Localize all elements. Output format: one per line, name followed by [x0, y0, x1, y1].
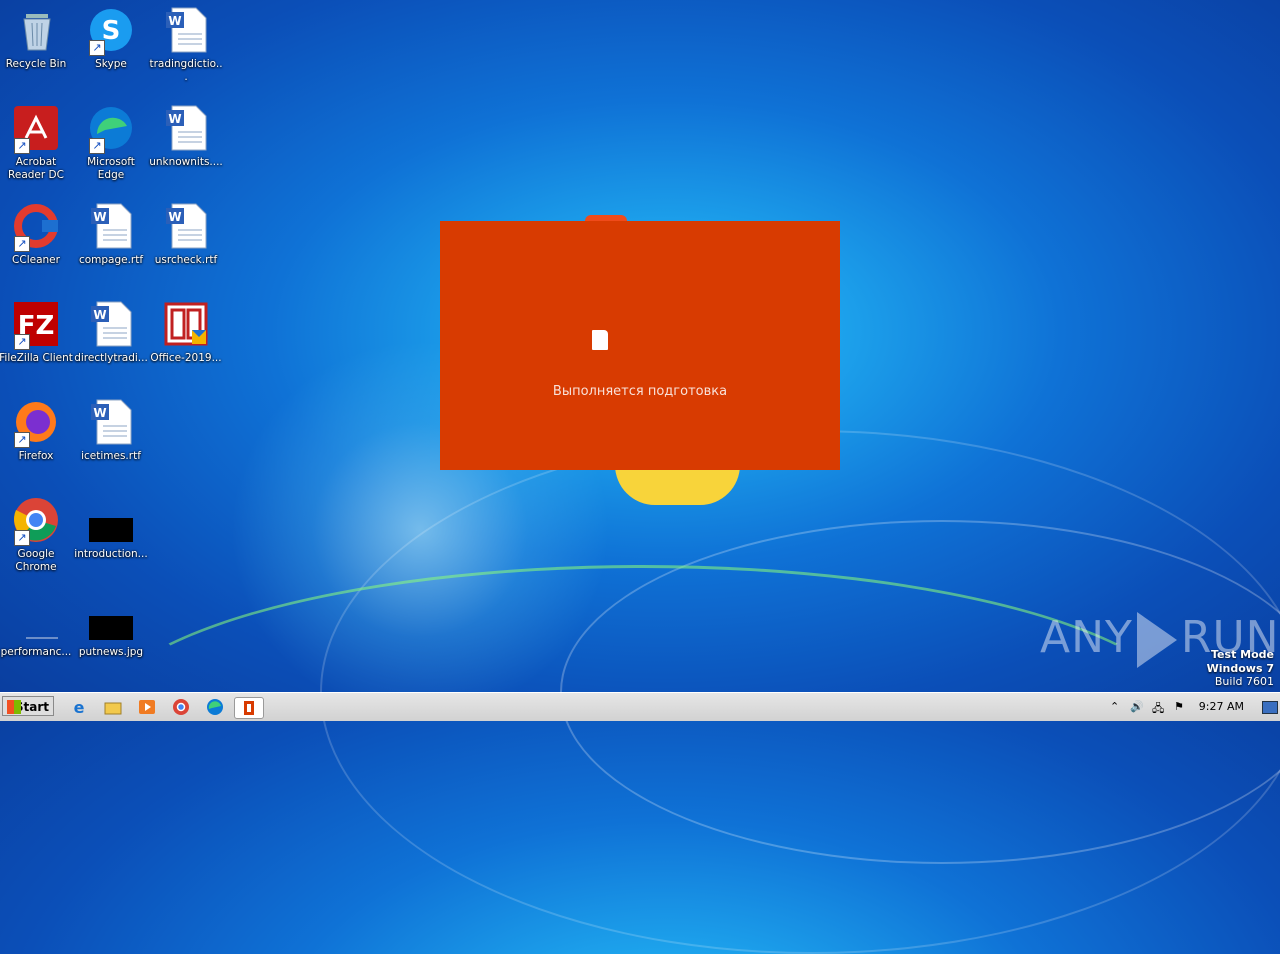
file-icon [12, 594, 60, 642]
edge-icon: ↗ [87, 104, 135, 154]
play-icon [1136, 612, 1177, 668]
icon-label: Office-2019... [150, 352, 222, 364]
word-document-icon: W [87, 202, 135, 250]
icon-label: performanc... [0, 646, 72, 658]
volume-icon[interactable]: 🔊 [1130, 700, 1144, 713]
test-mode-info: Test Mode Windows 7 Build 7601 [1207, 648, 1274, 689]
network-icon[interactable]: 🖧 [1152, 700, 1164, 719]
explorer-icon[interactable] [102, 697, 124, 717]
shortcut-arrow-icon: ↗ [14, 138, 30, 154]
svg-text:W: W [168, 14, 181, 28]
icon-label: Microsoft Edge [87, 156, 135, 181]
icon-label: Google Chrome [15, 548, 57, 573]
shortcut-arrow-icon: ↗ [14, 432, 30, 448]
word-document-icon: W [162, 104, 210, 152]
desktop-icon-performance[interactable]: performanc... [0, 594, 74, 659]
desktop-icon-introduction[interactable]: introduction... [73, 496, 149, 561]
recycle-bin-icon [12, 6, 60, 54]
office-taskbar-button[interactable] [234, 697, 264, 719]
icon-label: Skype [95, 58, 127, 70]
desktop-icon-edge[interactable]: ↗ Microsoft Edge [73, 104, 149, 182]
shortcut-arrow-icon: ↗ [14, 334, 30, 350]
desktop-icon-putnews[interactable]: putnews.jpg [73, 594, 149, 659]
desktop-icon-tradingdictio[interactable]: W tradingdictio... [148, 6, 224, 84]
svg-text:W: W [93, 308, 106, 322]
desktop-icon-firefox[interactable]: ↗ Firefox [0, 398, 74, 463]
icon-label: Recycle Bin [5, 58, 67, 70]
office-splash-window [440, 221, 840, 470]
media-player-icon[interactable] [136, 697, 158, 717]
desktop-icon-unknownits[interactable]: W unknownits.... [148, 104, 224, 169]
svg-text:W: W [168, 112, 181, 126]
icon-label: Firefox [18, 450, 54, 462]
test-mode-line: Test Mode [1211, 648, 1274, 661]
edge-taskbar-icon[interactable] [204, 697, 226, 717]
desktop-icon-compage[interactable]: W compage.rtf [73, 202, 149, 267]
start-button[interactable]: Start [2, 696, 54, 716]
icon-label: directlytradi... [74, 352, 148, 364]
svg-text:W: W [168, 210, 181, 224]
splash-status-text: Выполняется подготовка [552, 384, 728, 399]
desktop-icon-icetimes[interactable]: W icetimes.rtf [73, 398, 149, 463]
chrome-icon: ↗ [12, 496, 60, 546]
action-center-flag-icon[interactable]: ⚑ [1174, 700, 1184, 713]
word-document-icon: W [87, 300, 135, 348]
icon-label: unknownits.... [149, 156, 223, 168]
desktop-icon-chrome[interactable]: ↗ Google Chrome [0, 496, 74, 574]
desktop-icon-recycle-bin[interactable]: Recycle Bin [0, 6, 74, 71]
internet-explorer-icon[interactable]: e [68, 697, 90, 717]
desktop-icon-directlytradi[interactable]: W directlytradi... [73, 300, 149, 365]
taskbar: Start e ⌃ 🔊 🖧 ⚑ 9:27 AM [0, 692, 1280, 721]
word-document-icon: W [87, 398, 135, 446]
clock[interactable]: 9:27 AM [1199, 700, 1244, 713]
watermark-text-left: ANY [1040, 612, 1133, 663]
icon-label: FileZilla Client [0, 352, 73, 364]
icon-label: icetimes.rtf [81, 450, 141, 462]
svg-text:W: W [93, 210, 106, 224]
show-desktop-icon[interactable] [1262, 701, 1278, 714]
desktop-icon-acrobat[interactable]: ↗ Acrobat Reader DC [0, 104, 74, 182]
image-thumbnail-icon [87, 496, 135, 544]
word-document-icon: W [162, 202, 210, 250]
desktop-icon-skype[interactable]: S ↗ Skype [73, 6, 149, 71]
office-installer-icon [162, 300, 210, 348]
build-line: Build 7601 [1214, 675, 1274, 688]
os-version-line: Windows 7 [1206, 661, 1274, 675]
icon-label: putnews.jpg [78, 646, 144, 658]
firefox-icon: ↗ [12, 398, 60, 448]
wallpaper-arc [90, 565, 1196, 888]
icon-label: compage.rtf [78, 254, 144, 266]
desktop-icon-office-2019[interactable]: Office-2019... [148, 300, 224, 365]
shortcut-arrow-icon: ↗ [89, 138, 105, 154]
desktop-icon-filezilla[interactable]: FZ ↗ FileZilla Client [0, 300, 74, 365]
shortcut-arrow-icon: ↗ [89, 40, 105, 56]
icon-label: introduction... [74, 548, 148, 560]
shortcut-arrow-icon: ↗ [14, 530, 30, 546]
desktop-icon-ccleaner[interactable]: ↗ CCleaner [0, 202, 74, 267]
show-hidden-icons-icon[interactable]: ⌃ [1110, 700, 1119, 713]
skype-icon: S ↗ [87, 6, 135, 56]
ccleaner-icon: ↗ [12, 202, 60, 252]
acrobat-icon: ↗ [12, 104, 60, 154]
image-thumbnail-icon [87, 594, 135, 642]
svg-text:W: W [93, 406, 106, 420]
chrome-taskbar-icon[interactable] [170, 697, 192, 717]
desktop-icon-usrcheck[interactable]: W usrcheck.rtf [148, 202, 224, 267]
icon-label: Acrobat Reader DC [8, 156, 64, 181]
windows-flag-icon [7, 700, 21, 714]
icon-label: CCleaner [12, 254, 60, 266]
system-tray: ⌃ 🔊 🖧 ⚑ 9:27 AM [1104, 693, 1280, 721]
icon-label: usrcheck.rtf [154, 254, 218, 266]
filezilla-icon: FZ ↗ [12, 300, 60, 350]
office-logo-icon [592, 330, 608, 350]
shortcut-arrow-icon: ↗ [14, 236, 30, 252]
word-document-icon: W [162, 6, 210, 54]
svg-text:e: e [74, 698, 85, 717]
icon-label: tradingdictio... [149, 58, 223, 83]
